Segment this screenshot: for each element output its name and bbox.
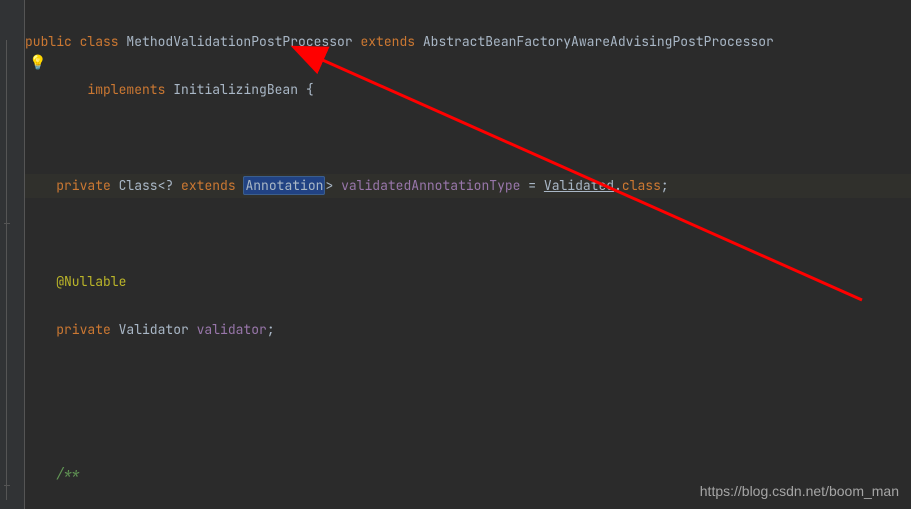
keyword: public — [25, 33, 80, 50]
type: Validator — [119, 321, 197, 338]
watermark: https://blog.csdn.net/boom_man — [700, 483, 899, 499]
class-ref: Validated — [544, 177, 614, 194]
keyword: implements — [87, 81, 173, 98]
code-line: private Validator validator; — [25, 318, 911, 342]
punct: > — [325, 177, 341, 194]
code-line — [25, 366, 911, 390]
op: = — [528, 177, 544, 194]
code-line — [25, 222, 911, 246]
fold-guide — [6, 40, 7, 500]
keyword: private — [56, 177, 118, 194]
keyword: extends — [181, 177, 243, 194]
keyword: private — [56, 321, 118, 338]
code-line: public class MethodValidationPostProcess… — [25, 30, 911, 54]
code-editor[interactable]: 💡 public class MethodValidationPostProce… — [0, 0, 911, 509]
keyword: class — [80, 33, 127, 50]
wildcard: ? — [165, 177, 181, 194]
type: Class — [119, 177, 158, 194]
highlighted-type: Annotation — [243, 176, 325, 195]
code-line: implements InitializingBean { — [25, 78, 911, 102]
keyword: class — [622, 177, 661, 194]
interface-name: InitializingBean — [173, 81, 306, 98]
brace: { — [306, 81, 314, 98]
annotation: @Nullable — [56, 273, 126, 290]
class-name: MethodValidationPostProcessor — [126, 33, 360, 50]
gutter — [0, 0, 24, 509]
code-line — [25, 126, 911, 150]
class-name: AbstractBeanFactoryAwareAdvisingPostProc… — [423, 33, 774, 50]
fold-dash — [4, 223, 10, 224]
code-area[interactable]: public class MethodValidationPostProcess… — [25, 0, 911, 509]
field: validatedAnnotationType — [341, 177, 528, 194]
semicolon: ; — [267, 321, 275, 338]
dot: . — [614, 177, 622, 194]
keyword: extends — [360, 33, 422, 50]
current-line: private Class<? extends Annotation> vali… — [25, 174, 911, 198]
field: validator — [197, 321, 267, 338]
code-line — [25, 414, 911, 438]
fold-dash — [4, 485, 10, 486]
javadoc: /** — [56, 465, 79, 482]
semicolon: ; — [661, 177, 669, 194]
code-line: @Nullable — [25, 270, 911, 294]
